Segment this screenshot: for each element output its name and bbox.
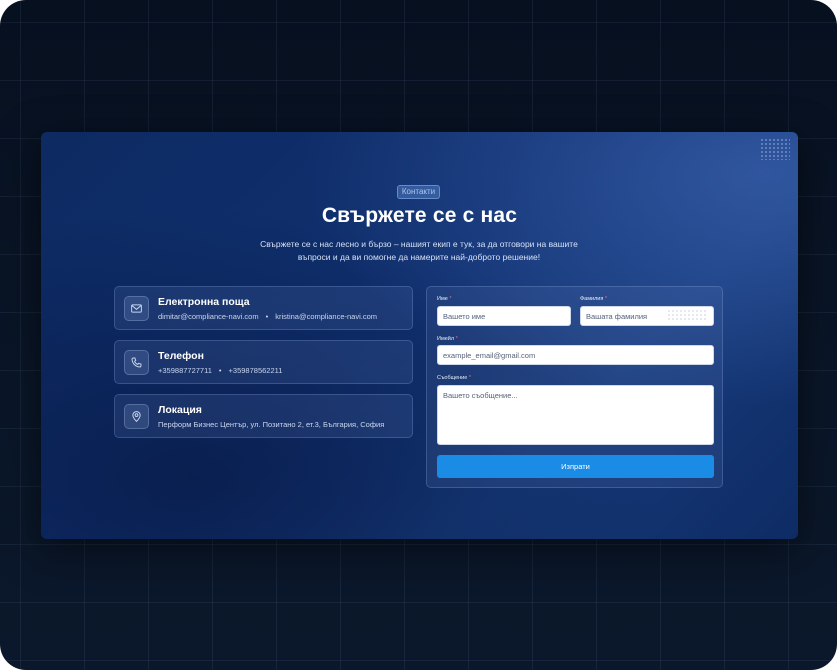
contact-card-value: +359887727711 • +359878562211 [158, 366, 282, 375]
last-name-label: Фамилия * [580, 296, 608, 302]
separator-dot: • [265, 312, 269, 321]
submit-button[interactable]: Изпрати [437, 455, 714, 478]
decorative-dots [760, 138, 790, 160]
contact-card-phone: Телефон +359887727711 • +359878562211 [114, 340, 413, 384]
separator-dot: • [218, 366, 222, 375]
email-label: Имейл * [437, 336, 458, 342]
email-link-1[interactable]: dimitar@compliance-navi.com [158, 312, 259, 321]
contact-card-value: Перформ Бизнес Център, ул. Позитано 2, е… [158, 420, 385, 429]
contact-card-title: Електронна поща [158, 296, 250, 308]
section-subtitle: Свържете се с нас лесно и бързо – нашият… [260, 239, 578, 262]
last-name-input[interactable] [580, 306, 714, 326]
contact-card-location: Локация Перформ Бизнес Център, ул. Позит… [114, 394, 413, 438]
message-textarea[interactable] [437, 385, 714, 445]
contact-card-email: Електронна поща dimitar@compliance-navi.… [114, 286, 413, 330]
message-label: Съобщение * [437, 375, 471, 381]
contact-card-title: Локация [158, 404, 202, 416]
mail-icon [124, 296, 149, 321]
first-name-label: Име * [437, 296, 452, 302]
contact-card-value: dimitar@compliance-navi.com • kristina@com… [158, 312, 377, 321]
location-pin-icon [124, 404, 149, 429]
section-badge: Контакти [397, 185, 440, 199]
contact-card-title: Телефон [158, 350, 204, 362]
phone-icon [124, 350, 149, 375]
phone-link-2[interactable]: +359878562211 [229, 366, 283, 375]
phone-link-1[interactable]: +359887727711 [158, 366, 212, 375]
first-name-input[interactable] [437, 306, 571, 326]
page-frame: Контакти Свържете се с нас Свържете се с… [0, 0, 837, 670]
section-title: Свържете се с нас [321, 204, 518, 227]
contact-form: Име * Фамилия * Имейл * Съобщение * Изпр… [426, 286, 723, 488]
email-input[interactable] [437, 345, 714, 365]
email-link-2[interactable]: kristina@compliance-navi.com [275, 312, 377, 321]
contact-section-card: Контакти Свържете се с нас Свържете се с… [41, 132, 798, 539]
